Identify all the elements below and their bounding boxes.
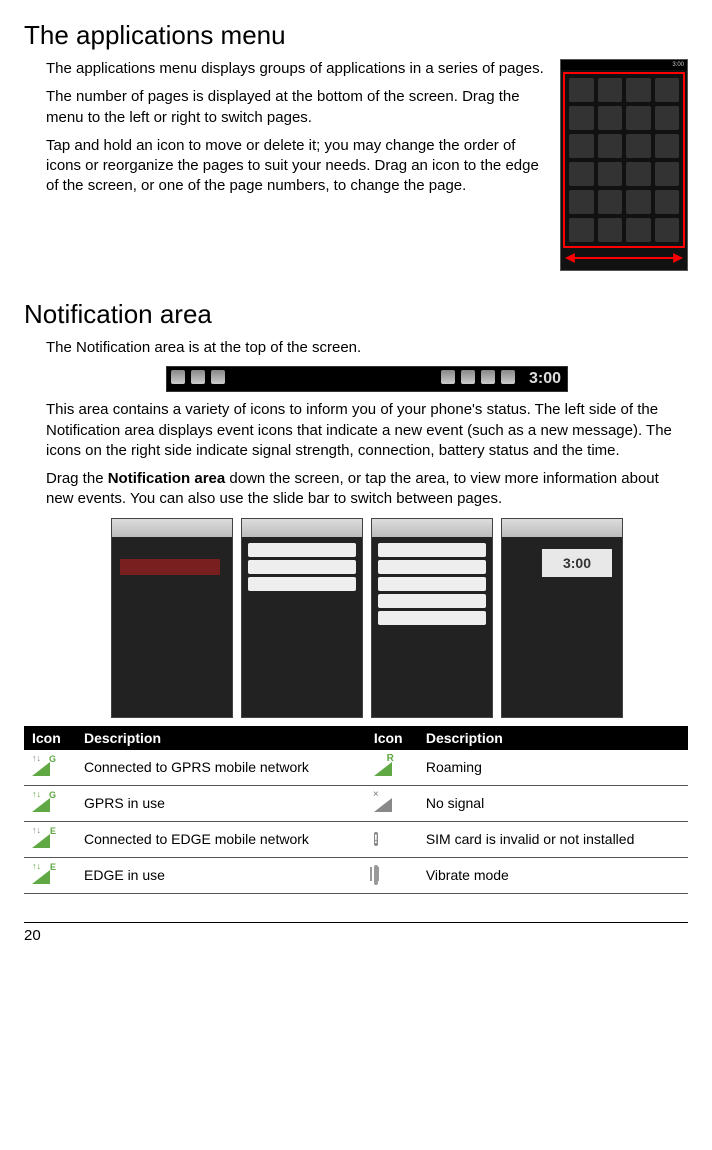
table-header-description: Description: [76, 726, 366, 750]
section-heading-notification-area: Notification area: [24, 299, 688, 330]
body-text: This area contains a variety of icons to…: [46, 400, 688, 461]
icon-reference-table: Icon Description Icon Description ↑↓G Co…: [24, 726, 688, 894]
table-header-description: Description: [418, 726, 688, 750]
camera-icon: [171, 370, 185, 384]
screenshot-panel-2: [241, 518, 363, 718]
screenshot-panel-1: [111, 518, 233, 718]
battery-icon: [501, 370, 515, 384]
screenshot-notification-bar: 3:00: [166, 366, 568, 392]
table-header-icon: Icon: [366, 726, 418, 750]
no-signal-icon: ×: [374, 792, 396, 812]
edge-connected-icon: ↑↓E: [32, 828, 54, 848]
page-number: 20: [24, 922, 688, 944]
table-row: ↑↓G GPRS in use × No signal: [24, 785, 688, 821]
body-text: The Notification area is at the top of t…: [46, 338, 688, 358]
vibrate-mode-icon: [374, 865, 378, 885]
screenshot-app-menu: 3:00: [560, 59, 688, 271]
table-row: ↑↓G Connected to GPRS mobile network R R…: [24, 750, 688, 786]
body-text: Drag the Notification area down the scre…: [46, 469, 688, 510]
edge-in-use-icon: ↑↓E: [32, 864, 54, 884]
status-time: 3:00: [529, 367, 561, 391]
wifi-icon: [441, 370, 455, 384]
gprs-connected-icon: ↑↓G: [32, 756, 54, 776]
section-heading-applications-menu: The applications menu: [24, 20, 688, 51]
usb-icon: [191, 370, 205, 384]
gprs-in-use-icon: ↑↓G: [32, 792, 54, 812]
table-row: ↑↓E Connected to EDGE mobile network ! S…: [24, 821, 688, 857]
table-header-icon: Icon: [24, 726, 76, 750]
signal2-icon: [481, 370, 495, 384]
screenshot-row: 3:00: [46, 518, 688, 718]
signal-icon: [461, 370, 475, 384]
screenshot-panel-3: [371, 518, 493, 718]
screenshot-panel-4: 3:00: [501, 518, 623, 718]
sim-invalid-icon: !: [374, 832, 378, 846]
table-row: ↑↓E EDGE in use Vibrate mode: [24, 857, 688, 893]
debug-icon: [211, 370, 225, 384]
roaming-icon: R: [374, 756, 396, 776]
